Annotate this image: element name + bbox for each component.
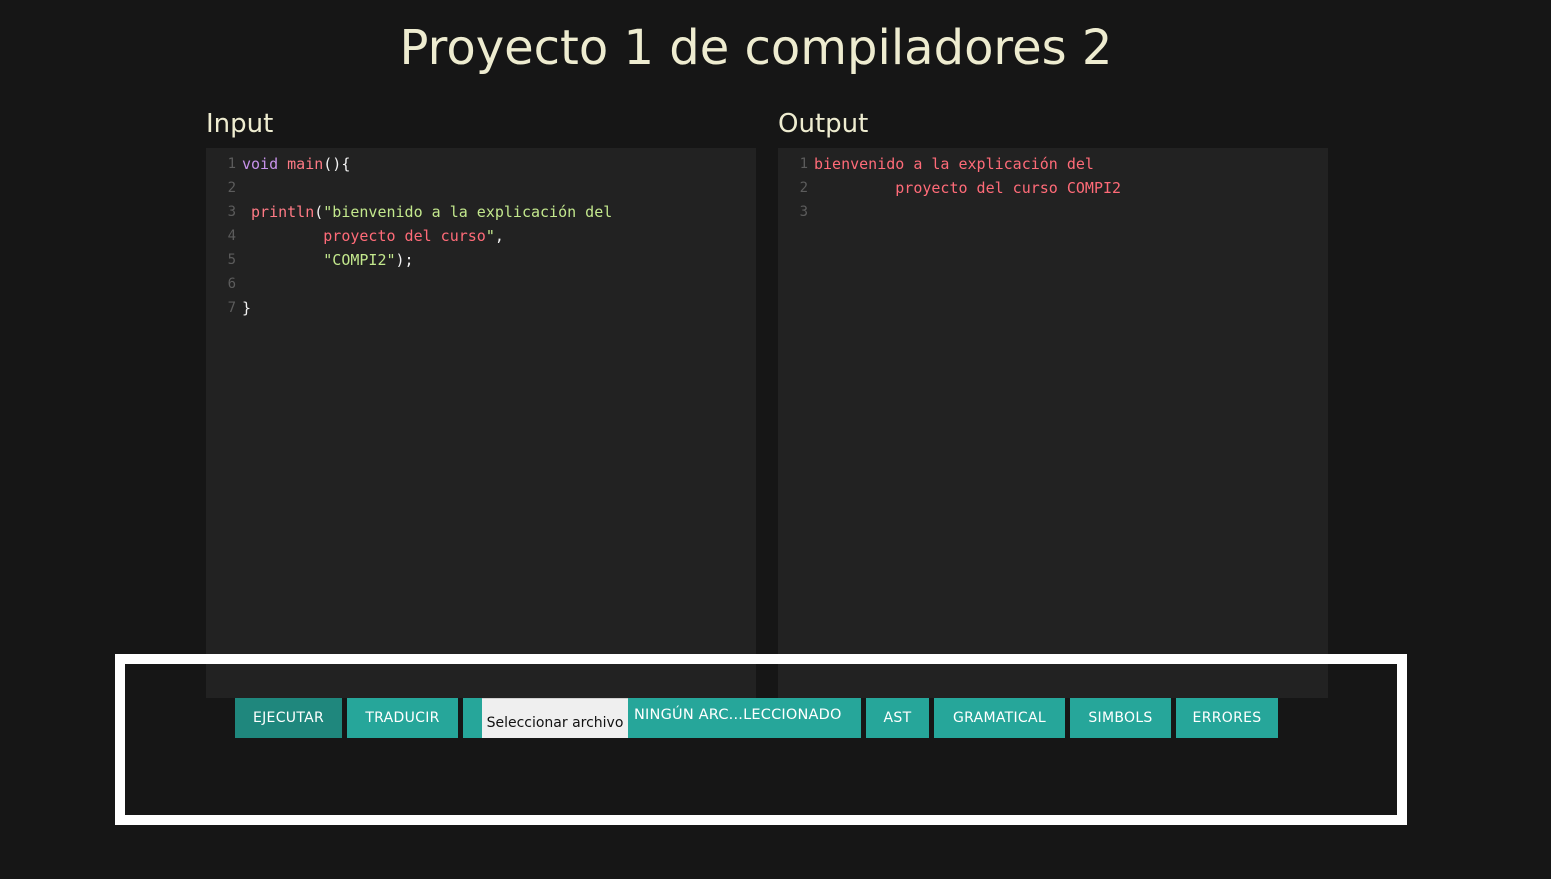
output-line: 3 xyxy=(778,200,1328,224)
code-token: ); xyxy=(395,251,414,269)
line-number: 1 xyxy=(227,156,236,172)
input-code-line: 2 xyxy=(206,176,756,200)
code-token: println xyxy=(242,203,315,221)
input-code-line: 4 proyecto del curso", xyxy=(206,224,756,248)
code-token: " xyxy=(485,227,495,245)
line-number: 2 xyxy=(799,180,808,196)
code-token: void xyxy=(242,155,288,173)
code-token: (){ xyxy=(323,155,351,173)
output-line: 1 bienvenido a la explicación del xyxy=(778,152,1328,176)
input-code-line: 5 "COMPI2"); xyxy=(206,248,756,272)
line-number: 6 xyxy=(227,276,236,292)
input-code-line: 6 xyxy=(206,272,756,296)
code-token: , xyxy=(494,227,504,245)
line-number: 3 xyxy=(227,204,236,220)
output-line: 2 proyecto del curso COMPI2 xyxy=(778,176,1328,200)
code-token: main xyxy=(287,155,324,173)
highlight-box xyxy=(115,654,1407,825)
input-code-line: 7} xyxy=(206,296,756,320)
code-text: proyecto del curso", xyxy=(242,224,504,248)
code-token: "COMPI2" xyxy=(242,251,396,269)
line-number: 3 xyxy=(799,204,808,220)
output-text: proyecto del curso COMPI2 xyxy=(814,179,1122,197)
code-text: void main(){ xyxy=(242,152,350,176)
code-token: proyecto del curso xyxy=(242,227,486,245)
page: Proyecto 1 de compiladores 2 Input Outpu… xyxy=(0,0,1551,879)
line-number: 4 xyxy=(227,228,236,244)
input-editor[interactable]: 1 void main(){ 2 3 println("bienvenido a la… xyxy=(206,148,756,698)
code-text: } xyxy=(242,296,251,320)
output-editor[interactable]: 1 bienvenido a la explicación del 2 proyec… xyxy=(778,148,1328,698)
code-token: } xyxy=(242,299,252,317)
line-number: 1 xyxy=(799,156,808,172)
line-number: 5 xyxy=(227,252,236,268)
input-code-line: 1 void main(){ xyxy=(206,152,756,176)
output-label: Output xyxy=(778,109,869,139)
page-title: Proyecto 1 de compiladores 2 xyxy=(399,20,1113,76)
code-token: ( xyxy=(314,203,324,221)
line-number: 7 xyxy=(227,300,236,316)
input-code-line: 3 println("bienvenido a la explicación d… xyxy=(206,200,756,224)
line-number: 2 xyxy=(227,180,236,196)
code-token: "bienvenido a la explicación del xyxy=(323,203,613,221)
output-text: bienvenido a la explicación del xyxy=(814,155,1094,173)
input-label: Input xyxy=(206,109,274,139)
code-text: "COMPI2"); xyxy=(242,248,414,272)
code-text: println("bienvenido a la explicación del xyxy=(242,200,612,224)
